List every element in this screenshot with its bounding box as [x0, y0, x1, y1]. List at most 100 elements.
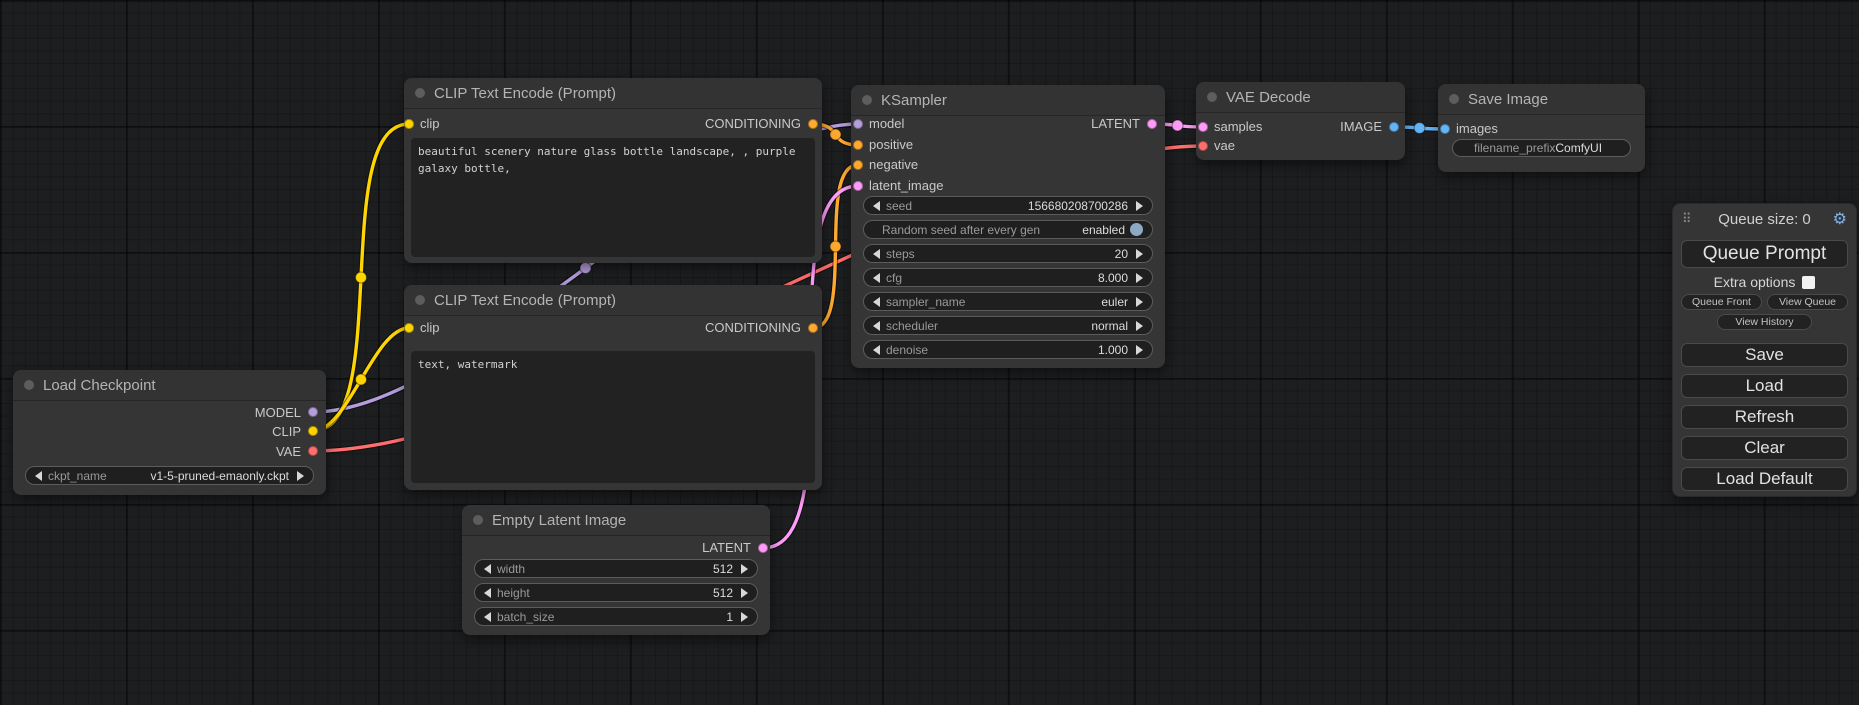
output-socket-vae[interactable]	[308, 446, 318, 456]
increment-icon[interactable]	[741, 612, 748, 622]
output-label-latent: LATENT	[1091, 116, 1140, 131]
widget-scheduler[interactable]: scheduler normal	[863, 316, 1153, 335]
prompt-textarea[interactable]: text, watermark	[411, 351, 815, 483]
refresh-button[interactable]: Refresh	[1681, 405, 1848, 429]
output-label-vae: VAE	[276, 444, 301, 459]
node-title-bar[interactable]: CLIP Text Encode (Prompt)	[404, 285, 822, 316]
prompt-textarea[interactable]: beautiful scenery nature glass bottle la…	[411, 138, 815, 257]
decrement-icon[interactable]	[484, 612, 491, 622]
output-socket-latent[interactable]	[1147, 119, 1157, 129]
settings-gear-icon[interactable]: ⚙	[1833, 209, 1847, 229]
widget-steps[interactable]: steps 20	[863, 244, 1153, 263]
load-default-button[interactable]: Load Default	[1681, 467, 1848, 491]
decrement-icon[interactable]	[873, 249, 880, 259]
widget-sampler-name[interactable]: sampler_name euler	[863, 292, 1153, 311]
decrement-icon[interactable]	[873, 201, 880, 211]
increment-icon[interactable]	[741, 588, 748, 598]
output-socket-image[interactable]	[1389, 122, 1399, 132]
widget-width[interactable]: width 512	[474, 559, 758, 578]
queue-prompt-button[interactable]: Queue Prompt	[1681, 240, 1848, 268]
collapse-dot-icon[interactable]	[24, 380, 34, 390]
decrement-icon[interactable]	[35, 471, 42, 481]
clear-button[interactable]: Clear	[1681, 436, 1848, 460]
widget-label: height	[497, 586, 530, 600]
collapse-dot-icon[interactable]	[473, 515, 483, 525]
input-socket-model[interactable]	[853, 119, 863, 129]
output-socket-latent[interactable]	[758, 543, 768, 553]
input-socket-clip[interactable]	[404, 119, 414, 129]
input-label-clip: clip	[420, 116, 440, 131]
output-socket-conditioning[interactable]	[808, 323, 818, 333]
collapse-dot-icon[interactable]	[1207, 92, 1217, 102]
node-save-image[interactable]: Save Image images filename_prefix ComfyU…	[1438, 84, 1645, 172]
node-title-bar[interactable]: Empty Latent Image	[462, 505, 770, 536]
widget-batch-size[interactable]: batch_size 1	[474, 607, 758, 626]
increment-icon[interactable]	[741, 564, 748, 574]
increment-icon[interactable]	[297, 471, 304, 481]
node-ksampler[interactable]: KSampler model positive negative latent_…	[851, 85, 1165, 368]
input-label-positive: positive	[869, 137, 913, 152]
node-title-bar[interactable]: CLIP Text Encode (Prompt)	[404, 78, 822, 109]
output-label-clip: CLIP	[272, 424, 301, 439]
input-socket-latent-image[interactable]	[853, 181, 863, 191]
input-socket-negative[interactable]	[853, 160, 863, 170]
input-label-images: images	[1456, 121, 1498, 136]
decrement-icon[interactable]	[873, 321, 880, 331]
collapse-dot-icon[interactable]	[1449, 94, 1459, 104]
decrement-icon[interactable]	[873, 297, 880, 307]
widget-label: width	[497, 562, 525, 576]
input-socket-vae[interactable]	[1198, 141, 1208, 151]
node-clip-text-encode-positive[interactable]: CLIP Text Encode (Prompt) clip CONDITION…	[404, 78, 822, 263]
drag-handle-icon[interactable]: ⠿	[1682, 211, 1690, 227]
widget-filename-prefix[interactable]: filename_prefix ComfyUI	[1452, 139, 1631, 157]
node-clip-text-encode-negative[interactable]: CLIP Text Encode (Prompt) clip CONDITION…	[404, 285, 822, 490]
node-title-bar[interactable]: VAE Decode	[1196, 82, 1405, 113]
input-socket-samples[interactable]	[1198, 122, 1208, 132]
increment-icon[interactable]	[1136, 345, 1143, 355]
collapse-dot-icon[interactable]	[862, 95, 872, 105]
input-socket-images[interactable]	[1440, 124, 1450, 134]
collapse-dot-icon[interactable]	[415, 88, 425, 98]
widget-cfg[interactable]: cfg 8.000	[863, 268, 1153, 287]
increment-icon[interactable]	[1136, 321, 1143, 331]
save-button[interactable]: Save	[1681, 343, 1848, 367]
output-socket-conditioning[interactable]	[808, 119, 818, 129]
node-title: Save Image	[1468, 91, 1548, 108]
widget-value: 512	[713, 586, 733, 600]
view-history-button[interactable]: View History	[1717, 314, 1812, 330]
decrement-icon[interactable]	[873, 345, 880, 355]
input-socket-positive[interactable]	[853, 140, 863, 150]
load-button[interactable]: Load	[1681, 374, 1848, 398]
increment-icon[interactable]	[1136, 297, 1143, 307]
node-title-bar[interactable]: Save Image	[1438, 84, 1645, 115]
queue-front-button[interactable]: Queue Front	[1681, 294, 1762, 310]
widget-height[interactable]: height 512	[474, 583, 758, 602]
node-title-bar[interactable]: Load Checkpoint	[13, 370, 326, 401]
node-vae-decode[interactable]: VAE Decode samples vae IMAGE	[1196, 82, 1405, 160]
widget-random-seed-toggle[interactable]: Random seed after every gen enabled	[863, 220, 1153, 239]
increment-icon[interactable]	[1136, 249, 1143, 259]
extra-options-checkbox[interactable]	[1802, 276, 1815, 289]
widget-seed[interactable]: seed 156680208700286	[863, 196, 1153, 215]
output-socket-model[interactable]	[308, 407, 318, 417]
node-title-bar[interactable]: KSampler	[851, 85, 1165, 116]
comfyui-canvas[interactable]: { "colors":{ "model":"#B39DDB","clip":"#…	[0, 0, 1859, 705]
collapse-dot-icon[interactable]	[415, 295, 425, 305]
increment-icon[interactable]	[1136, 201, 1143, 211]
decrement-icon[interactable]	[484, 588, 491, 598]
node-load-checkpoint[interactable]: Load Checkpoint MODEL CLIP VAE ckpt_name…	[13, 370, 326, 495]
decrement-icon[interactable]	[484, 564, 491, 574]
increment-icon[interactable]	[1136, 273, 1143, 283]
widget-ckpt-name[interactable]: ckpt_name v1-5-pruned-emaonly.ckpt	[25, 466, 314, 485]
queue-panel[interactable]: ⠿ Queue size: 0 ⚙ Queue Prompt Extra opt…	[1672, 203, 1857, 497]
output-socket-clip[interactable]	[308, 426, 318, 436]
widget-value: enabled	[1082, 223, 1125, 237]
toggle-on-icon[interactable]	[1130, 223, 1143, 236]
input-socket-clip[interactable]	[404, 323, 414, 333]
widget-denoise[interactable]: denoise 1.000	[863, 340, 1153, 359]
extra-options-label: Extra options	[1714, 274, 1796, 290]
decrement-icon[interactable]	[873, 273, 880, 283]
view-queue-button[interactable]: View Queue	[1767, 294, 1848, 310]
node-empty-latent-image[interactable]: Empty Latent Image LATENT width 512 heig…	[462, 505, 770, 635]
input-label-latent-image: latent_image	[869, 178, 943, 193]
